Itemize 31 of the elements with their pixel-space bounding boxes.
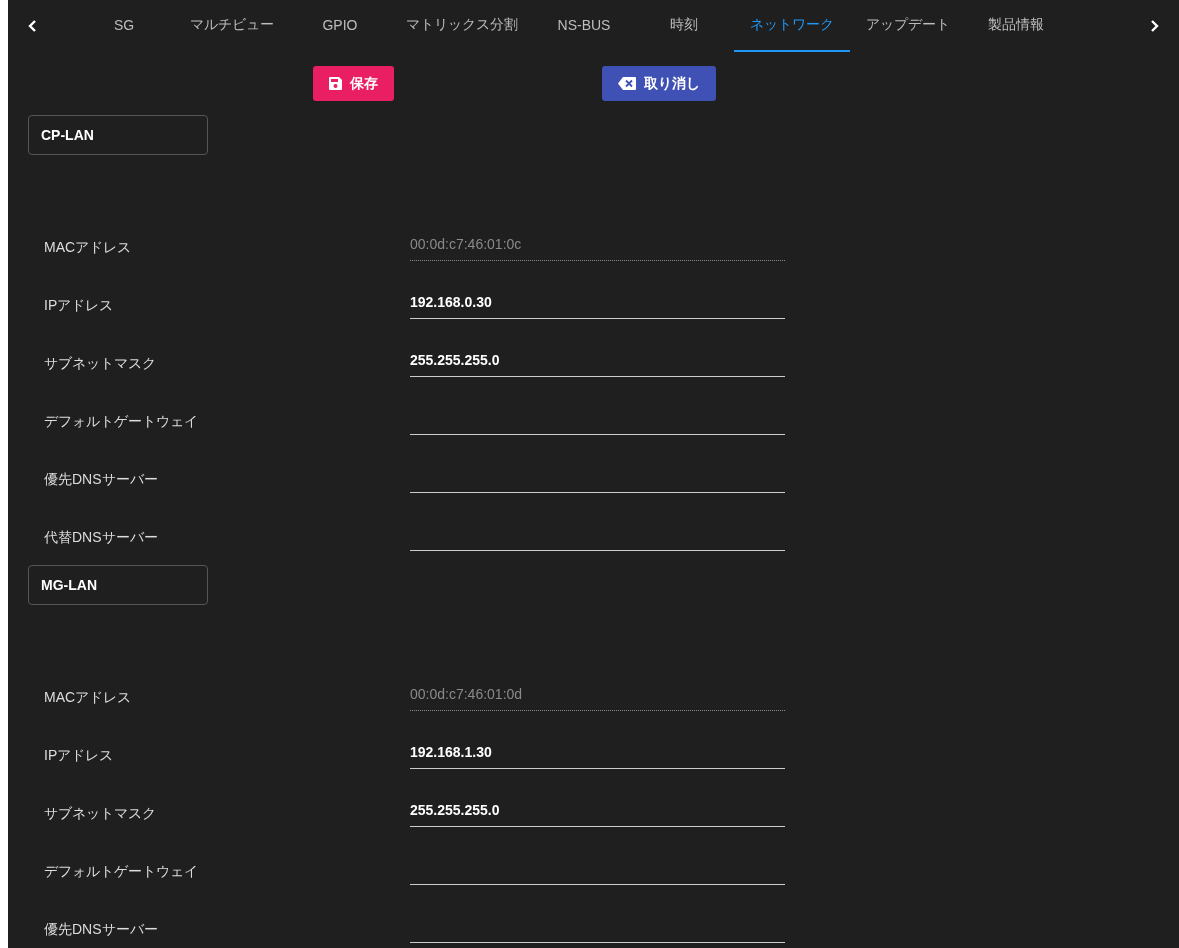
input-field[interactable]: 192.168.1.30 <box>410 744 785 769</box>
field-label: IPアドレス <box>43 747 115 765</box>
tab[interactable]: ネットワーク <box>734 0 850 52</box>
field-label: 優先DNSサーバー <box>43 471 159 489</box>
input-field[interactable]: 192.168.0.30 <box>410 294 785 319</box>
backspace-icon <box>618 77 636 90</box>
field-label: 優先DNSサーバー <box>43 921 159 939</box>
tab[interactable]: 製品情報 <box>966 0 1066 52</box>
tab[interactable]: GPIO <box>290 0 390 52</box>
section-title: MG-LAN <box>28 565 208 605</box>
field-label: デフォルトゲートウェイ <box>43 413 199 431</box>
tab[interactable]: SG <box>74 0 174 52</box>
field-label: サブネットマスク <box>43 805 157 823</box>
field-label: サブネットマスク <box>43 355 157 373</box>
input-field[interactable]: 255.255.255.0 <box>410 802 785 827</box>
tab[interactable]: 時刻 <box>634 0 734 52</box>
field-label: 代替DNSサーバー <box>43 529 159 547</box>
tab[interactable]: マトリックス分割 <box>390 0 534 52</box>
input-field[interactable]: 255.255.255.0 <box>410 352 785 377</box>
field-label: MACアドレス <box>43 239 133 257</box>
chevron-left-icon <box>27 20 37 32</box>
field-label: IPアドレス <box>43 297 115 315</box>
field-label: MACアドレス <box>43 689 133 707</box>
chevron-right-icon <box>1150 20 1160 32</box>
field-label: デフォルトゲートウェイ <box>43 863 199 881</box>
save-button[interactable]: 保存 <box>313 66 394 101</box>
cancel-button[interactable]: 取り消し <box>602 66 716 101</box>
section-title: CP-LAN <box>28 115 208 155</box>
tab[interactable]: マルチビュー <box>174 0 290 52</box>
tab[interactable]: NS-BUS <box>534 0 634 52</box>
tab[interactable]: アップデート <box>850 0 966 52</box>
